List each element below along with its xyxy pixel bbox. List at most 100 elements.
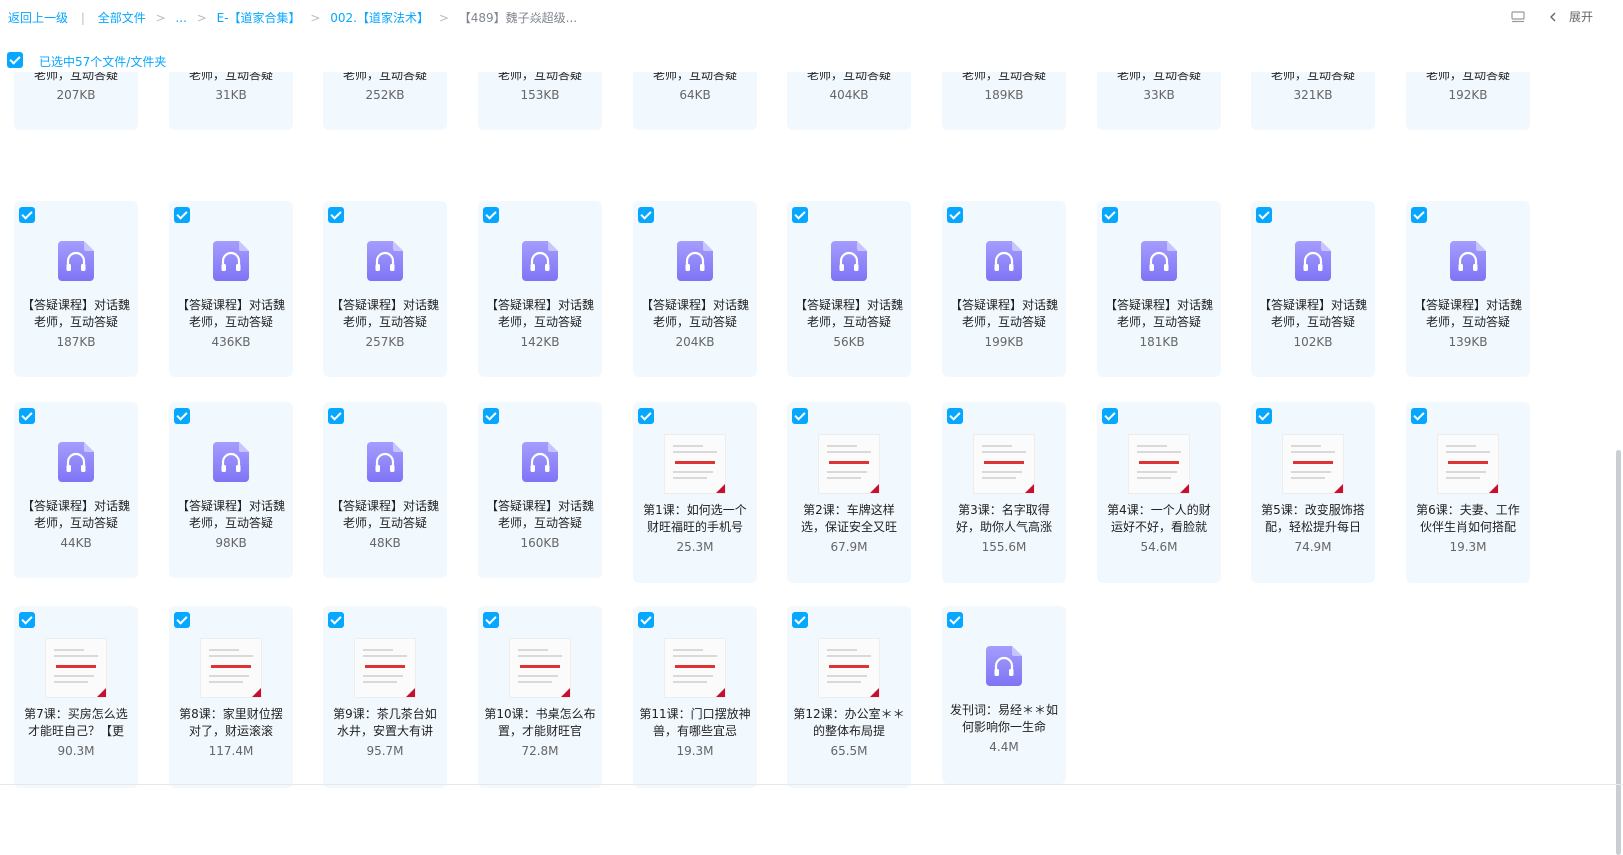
back-link[interactable]: 返回上一级 bbox=[8, 9, 68, 26]
file-name: 【答疑课程】对话魏老师，互动答疑 bbox=[1258, 298, 1367, 329]
file-card[interactable]: 【答疑课程】对话魏老师，互动答疑 192KB bbox=[1406, 72, 1530, 130]
file-checkbox[interactable] bbox=[483, 207, 499, 223]
file-checkbox[interactable] bbox=[792, 408, 808, 424]
file-grid-viewport[interactable]: 【答疑课程】对话魏老师，互动答疑 207KB 【答疑课程】对话魏老师，互动答疑 31K… bbox=[0, 72, 1600, 814]
file-checkbox[interactable] bbox=[174, 408, 190, 424]
file-card[interactable]: 【答疑课程】对话魏老师，互动答疑 181KB bbox=[1097, 201, 1221, 377]
audio-file-icon bbox=[1295, 241, 1331, 281]
file-checkbox[interactable] bbox=[792, 207, 808, 223]
file-checkbox[interactable] bbox=[1256, 408, 1272, 424]
file-card[interactable]: 【答疑课程】对话魏老师，互动答疑 98KB bbox=[169, 402, 293, 578]
file-card[interactable]: 第10课：书桌怎么布置，才能财旺官 72.8M bbox=[478, 606, 602, 788]
file-card[interactable]: 第4课：一个人的财运好不好，看脸就 54.6M bbox=[1097, 402, 1221, 583]
breadcrumb-item-all-files[interactable]: 全部文件 bbox=[98, 9, 146, 26]
file-name: 【答疑课程】对话魏老师，互动答疑 bbox=[342, 72, 427, 82]
file-size: 252KB bbox=[365, 88, 405, 102]
file-size: 44KB bbox=[60, 536, 92, 550]
file-card[interactable]: 【答疑课程】对话魏老师，互动答疑 33KB bbox=[1097, 72, 1221, 130]
file-checkbox[interactable] bbox=[638, 207, 654, 223]
expand-button[interactable]: 展开 bbox=[1569, 8, 1593, 25]
file-checkbox[interactable] bbox=[174, 612, 190, 628]
file-name: 第5课：改变服饰搭配，轻松提升每日 bbox=[1261, 503, 1365, 534]
file-checkbox[interactable] bbox=[1102, 207, 1118, 223]
file-card[interactable]: 【答疑课程】对话魏老师，互动答疑 187KB bbox=[14, 201, 138, 377]
file-card[interactable]: 【答疑课程】对话魏老师，互动答疑 199KB bbox=[942, 201, 1066, 377]
file-checkbox[interactable] bbox=[483, 612, 499, 628]
file-checkbox[interactable] bbox=[947, 612, 963, 628]
top-bar: 返回上一级 | 全部文件 > ... > E-【道家合集】 > 002.【道家法… bbox=[0, 0, 1623, 34]
file-checkbox[interactable] bbox=[638, 408, 654, 424]
file-card[interactable]: 第1课：如何选一个财旺福旺的手机号 25.3M bbox=[633, 402, 757, 583]
file-card[interactable]: 【答疑课程】对话魏老师，互动答疑 204KB bbox=[633, 201, 757, 377]
file-card[interactable]: 第3课：名字取得好，助你人气高涨 155.6M bbox=[942, 402, 1066, 583]
layout-toggle-icon[interactable] bbox=[1511, 10, 1525, 23]
file-checkbox[interactable] bbox=[19, 612, 35, 628]
file-card[interactable]: 【答疑课程】对话魏老师，互动答疑 31KB bbox=[169, 72, 293, 130]
file-name: 第10课：书桌怎么布置，才能财旺官 bbox=[484, 707, 596, 738]
file-checkbox[interactable] bbox=[328, 207, 344, 223]
file-size: 160KB bbox=[520, 536, 560, 550]
file-card[interactable]: 第7课：买房怎么选才能旺自己？【更 90.3M bbox=[14, 606, 138, 788]
file-card[interactable]: 第5课：改变服饰搭配，轻松提升每日 74.9M bbox=[1251, 402, 1375, 583]
breadcrumb-item-ellipsis[interactable]: ... bbox=[175, 11, 186, 25]
file-checkbox[interactable] bbox=[1411, 207, 1427, 223]
chevron-left-icon[interactable] bbox=[1547, 11, 1559, 23]
file-card[interactable]: 【答疑课程】对话魏老师，互动答疑 44KB bbox=[14, 402, 138, 578]
file-card[interactable]: 【答疑课程】对话魏老师，互动答疑 48KB bbox=[323, 402, 447, 578]
file-checkbox[interactable] bbox=[328, 612, 344, 628]
file-card[interactable]: 第9课：茶几茶台如水井，安置大有讲 95.7M bbox=[323, 606, 447, 788]
select-all-checkbox[interactable] bbox=[7, 52, 23, 68]
file-name: 第1课：如何选一个财旺福旺的手机号 bbox=[643, 503, 747, 534]
file-card[interactable]: 【答疑课程】对话魏老师，互动答疑 207KB bbox=[14, 72, 138, 130]
file-card[interactable]: 【答疑课程】对话魏老师，互动答疑 436KB bbox=[169, 201, 293, 377]
file-checkbox[interactable] bbox=[174, 207, 190, 223]
file-size: 192KB bbox=[1448, 88, 1488, 102]
audio-file-icon bbox=[986, 646, 1022, 686]
file-name: 【答疑课程】对话魏老师，互动答疑 bbox=[1425, 72, 1510, 82]
file-name: 【答疑课程】对话魏老师，互动答疑 bbox=[652, 72, 737, 82]
file-card[interactable]: 第2课：车牌这样选，保证安全又旺 67.9M bbox=[787, 402, 911, 583]
file-checkbox[interactable] bbox=[947, 207, 963, 223]
file-checkbox[interactable] bbox=[1102, 408, 1118, 424]
file-checkbox[interactable] bbox=[1256, 207, 1272, 223]
scrollbar[interactable] bbox=[1615, 72, 1623, 855]
scrollbar-thumb[interactable] bbox=[1616, 450, 1621, 855]
file-card[interactable]: 【答疑课程】对话魏老师，互动答疑 153KB bbox=[478, 72, 602, 130]
file-name: 【答疑课程】对话魏老师，互动答疑 bbox=[961, 72, 1046, 82]
file-size: 4.4M bbox=[989, 740, 1019, 754]
file-card[interactable]: 【答疑课程】对话魏老师，互动答疑 64KB bbox=[633, 72, 757, 130]
file-card[interactable]: 第6课：夫妻、工作伙伴生肖如何搭配 19.3M bbox=[1406, 402, 1530, 583]
file-checkbox[interactable] bbox=[638, 612, 654, 628]
file-card[interactable]: 【答疑课程】对话魏老师，互动答疑 404KB bbox=[787, 72, 911, 130]
file-card[interactable]: 第12课：办公室＊＊的整体布局提 65.5M bbox=[787, 606, 911, 788]
video-thumbnail-icon bbox=[45, 638, 107, 698]
file-checkbox[interactable] bbox=[947, 408, 963, 424]
file-card[interactable]: 【答疑课程】对话魏老师，互动答疑 321KB bbox=[1251, 72, 1375, 130]
file-checkbox[interactable] bbox=[792, 612, 808, 628]
breadcrumb-item-daojia-fashu[interactable]: 002.【道家法术】 bbox=[330, 9, 429, 26]
audio-file-icon bbox=[58, 241, 94, 281]
breadcrumb-item-daojia-collection[interactable]: E-【道家合集】 bbox=[217, 9, 301, 26]
video-thumbnail-icon bbox=[354, 638, 416, 698]
audio-file-icon bbox=[213, 241, 249, 281]
file-checkbox[interactable] bbox=[19, 408, 35, 424]
file-card[interactable]: 【答疑课程】对话魏老师，互动答疑 189KB bbox=[942, 72, 1066, 130]
file-checkbox[interactable] bbox=[1411, 408, 1427, 424]
file-card[interactable]: 【答疑课程】对话魏老师，互动答疑 142KB bbox=[478, 201, 602, 377]
file-checkbox[interactable] bbox=[328, 408, 344, 424]
file-card[interactable]: 第8课：家里财位摆对了，财运滚滚 117.4M bbox=[169, 606, 293, 788]
file-size: 67.9M bbox=[830, 540, 868, 554]
file-card[interactable]: 【答疑课程】对话魏老师，互动答疑 56KB bbox=[787, 201, 911, 377]
file-name: 【答疑课程】对话魏老师，互动答疑 bbox=[21, 298, 130, 329]
file-checkbox[interactable] bbox=[19, 207, 35, 223]
file-size: 54.6M bbox=[1140, 540, 1178, 554]
file-card[interactable]: 【答疑课程】对话魏老师，互动答疑 252KB bbox=[323, 72, 447, 130]
file-card[interactable]: 发刊词：易经＊＊如何影响你一生命 4.4M bbox=[942, 606, 1066, 784]
file-card[interactable]: 【答疑课程】对话魏老师，互动答疑 257KB bbox=[323, 201, 447, 377]
file-card[interactable]: 【答疑课程】对话魏老师，互动答疑 102KB bbox=[1251, 201, 1375, 377]
file-card[interactable]: 【答疑课程】对话魏老师，互动答疑 139KB bbox=[1406, 201, 1530, 377]
file-checkbox[interactable] bbox=[483, 408, 499, 424]
file-card[interactable]: 【答疑课程】对话魏老师，互动答疑 160KB bbox=[478, 402, 602, 578]
file-card[interactable]: 第11课：门口摆放神兽，有哪些宜忌 19.3M bbox=[633, 606, 757, 788]
file-size: 117.4M bbox=[208, 744, 254, 758]
